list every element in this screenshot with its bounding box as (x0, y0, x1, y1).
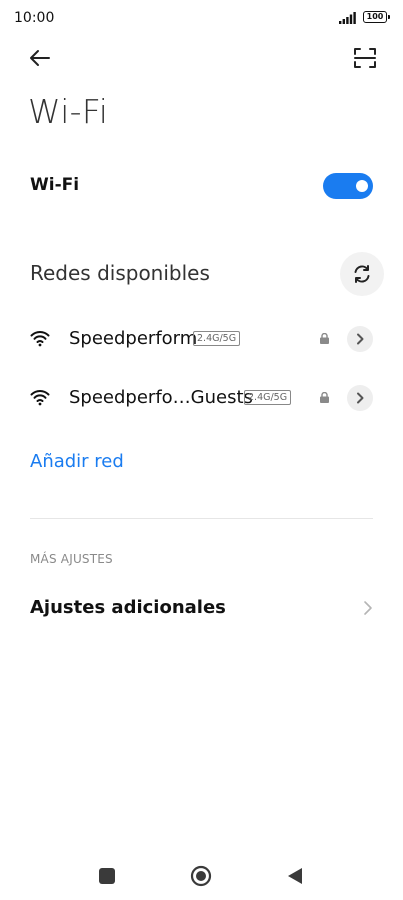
status-bar: 10:00 100 (0, 0, 403, 36)
back-button[interactable] (26, 44, 54, 72)
system-navigation-bar (0, 850, 403, 900)
network-details-button[interactable] (347, 385, 373, 411)
divider (30, 518, 373, 519)
chevron-right-icon (364, 601, 372, 615)
wifi-icon (30, 390, 50, 406)
more-settings-section-title: MÁS AJUSTES (30, 552, 113, 566)
page-title: Wi-Fi (28, 92, 109, 131)
network-name: Speedperform (69, 328, 198, 349)
network-item-speedperform[interactable]: Speedperform 2.4G/5G (0, 314, 403, 364)
network-band-badge: 2.4G/5G (193, 331, 241, 346)
scan-qr-button[interactable] (353, 46, 377, 70)
battery-indicator: 100 (363, 11, 390, 23)
nav-back-button[interactable] (287, 867, 303, 885)
home-button[interactable] (190, 865, 212, 887)
qr-scan-icon (354, 48, 376, 68)
lock-icon (320, 392, 329, 403)
available-networks-header: Redes disponibles (30, 261, 210, 285)
wifi-settings-screen: 10:00 100 Wi-Fi Wi-Fi Redes disponibles (0, 0, 403, 900)
network-details-button[interactable] (347, 326, 373, 352)
signal-icon (339, 12, 356, 24)
additional-settings-label: Ajustes adicionales (30, 597, 226, 618)
network-band-badge: 2.4G/5G (244, 390, 292, 405)
wifi-toggle-switch[interactable] (323, 173, 373, 199)
refresh-icon (354, 265, 370, 283)
add-network-link[interactable]: Añadir red (30, 451, 124, 472)
arrow-left-icon (30, 50, 50, 66)
wifi-icon (30, 331, 50, 347)
chevron-right-icon (357, 392, 364, 404)
status-time: 10:00 (14, 10, 55, 26)
lock-icon (320, 333, 329, 344)
network-name: Speedperfo…Guests (69, 387, 253, 408)
additional-settings-row[interactable]: Ajustes adicionales (0, 584, 403, 632)
wifi-toggle-label: Wi-Fi (30, 175, 80, 195)
refresh-button[interactable] (340, 252, 384, 296)
recents-button[interactable] (99, 868, 115, 884)
network-item-speedperform-guests[interactable]: Speedperfo…Guests 2.4G/5G (0, 373, 403, 423)
toggle-knob (356, 180, 368, 192)
chevron-right-icon (357, 333, 364, 345)
wifi-toggle-row[interactable]: Wi-Fi (0, 160, 403, 212)
